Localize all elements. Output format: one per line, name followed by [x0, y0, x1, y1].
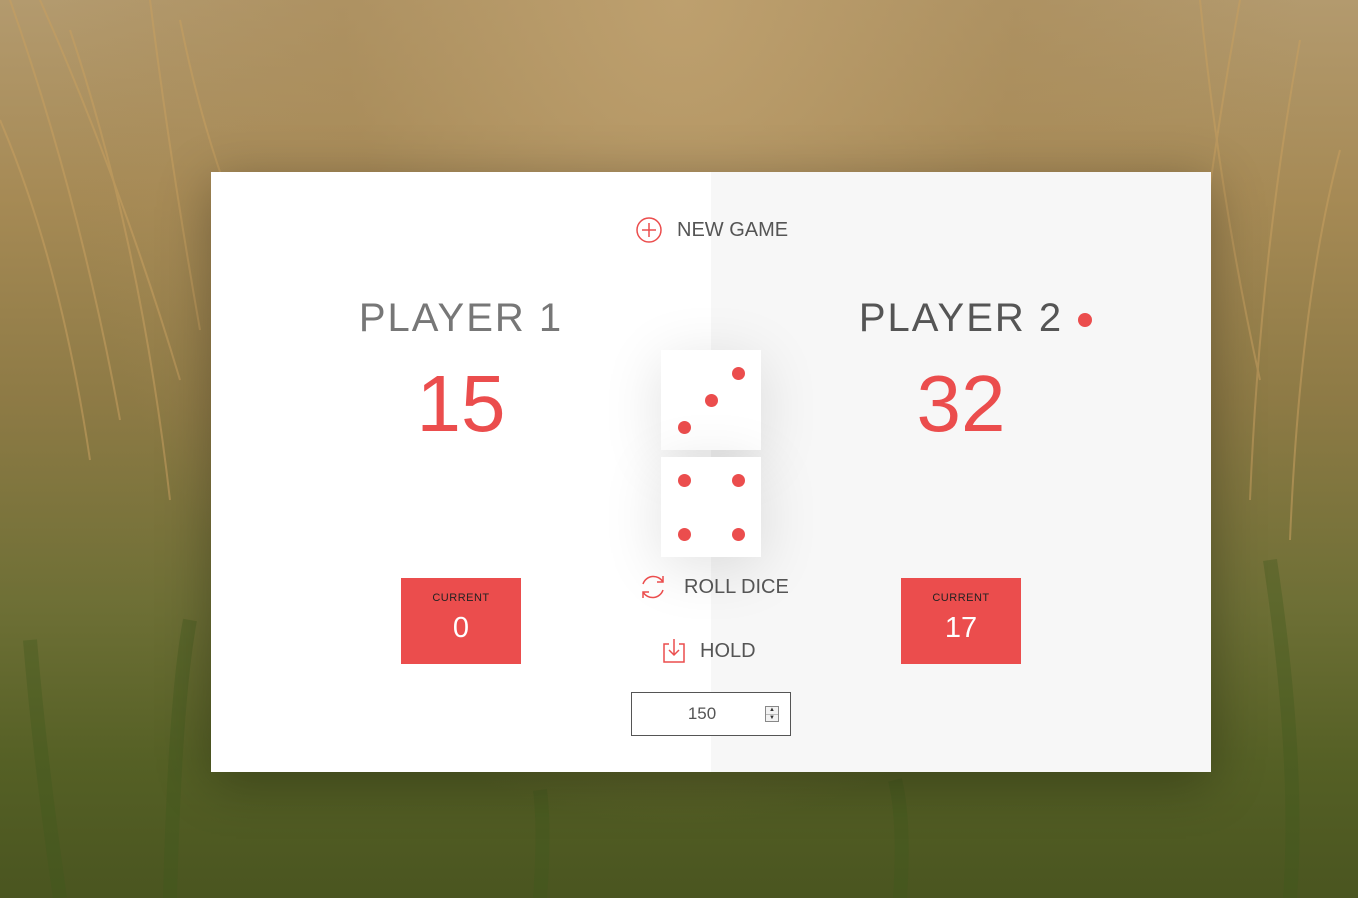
dice-pip: [677, 527, 691, 541]
plus-circle-icon: [636, 217, 662, 243]
player-2-score: 32: [916, 359, 1006, 448]
player-1-name: PLAYER 1: [358, 296, 564, 340]
roll-dice-label: ROLL DICE: [684, 575, 789, 598]
dice-pip: [731, 366, 745, 380]
dice-pip: [677, 420, 691, 434]
new-game-button[interactable]: NEW GAME: [635, 216, 788, 244]
player-2-panel: PLAYER 2 32 CURRENT 17: [711, 172, 1211, 772]
roll-dice-button[interactable]: ROLL DICE: [637, 572, 789, 602]
dice-pip: [731, 527, 745, 541]
dice-2: [661, 457, 761, 557]
spinner-down-icon[interactable]: ▼: [766, 714, 778, 721]
final-score-input[interactable]: [632, 693, 772, 735]
player-1-panel: PLAYER 1 15 CURRENT 0: [211, 172, 711, 772]
final-score-field[interactable]: ▲ ▼: [631, 692, 791, 736]
player-1-current-box: CURRENT 0: [401, 578, 521, 664]
refresh-icon: [642, 575, 664, 599]
player-1-score: 15: [416, 359, 506, 448]
player-2-current-score: 17: [944, 612, 978, 644]
final-score-spinner[interactable]: ▲ ▼: [765, 706, 779, 722]
player-1-current-label: CURRENT: [432, 592, 490, 604]
dice-pip: [704, 393, 718, 407]
hold-label: HOLD: [700, 639, 756, 662]
game-board: PLAYER 1 15 CURRENT 0 PLAYER 2 32 CURREN…: [211, 172, 1211, 772]
player-2-current-box: CURRENT 17: [901, 578, 1021, 664]
player-2-name: PLAYER 2: [858, 296, 1064, 340]
spinner-up-icon[interactable]: ▲: [766, 707, 778, 714]
dice-pip: [677, 473, 691, 487]
active-player-indicator: [1078, 313, 1092, 327]
new-game-label: NEW GAME: [677, 218, 789, 241]
download-icon: [663, 639, 685, 663]
player-1-current-score: 0: [452, 612, 470, 644]
dice-1: [661, 350, 761, 450]
dice-pip: [731, 473, 745, 487]
hold-button[interactable]: HOLD: [663, 638, 756, 664]
player-2-current-label: CURRENT: [932, 592, 990, 604]
